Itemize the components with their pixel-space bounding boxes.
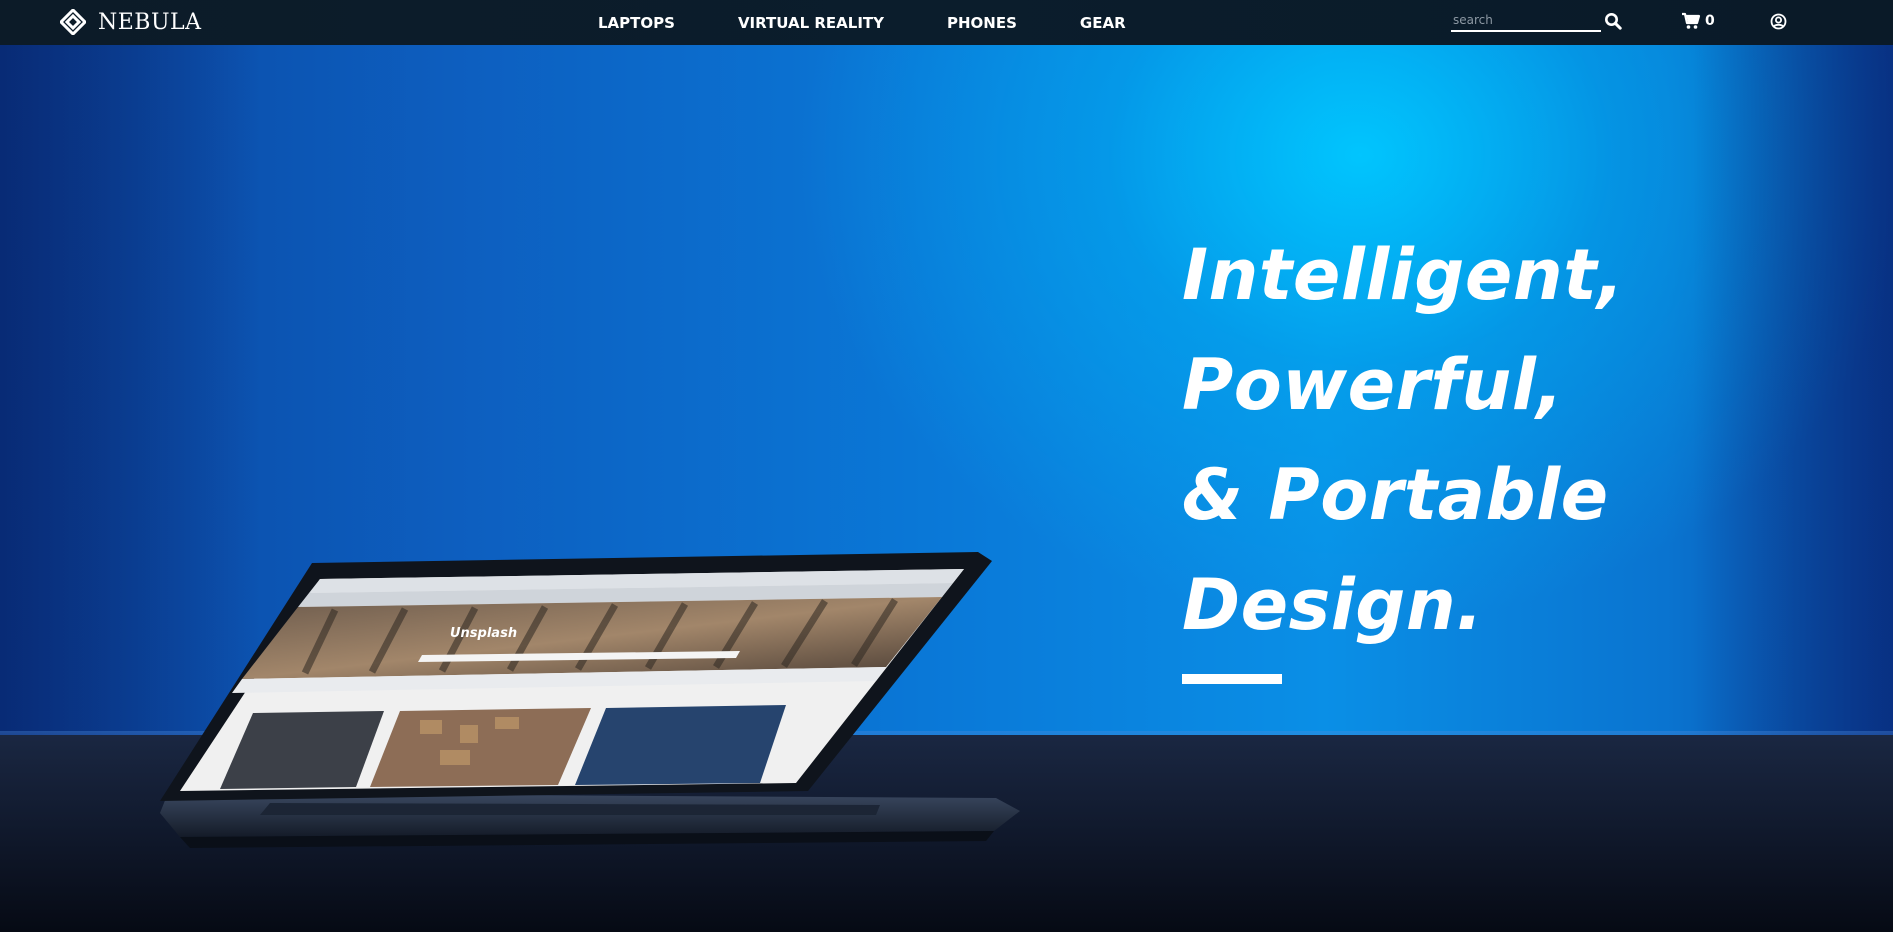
nav-link-phones[interactable]: PHONES [947,14,1017,32]
search-box [1451,8,1601,32]
diamond-logo-icon [60,9,86,35]
shopping-cart-icon [1682,12,1701,29]
nav-link-gear[interactable]: GEAR [1080,14,1126,32]
nav-link-virtual-reality[interactable]: VIRTUAL REALITY [738,14,884,32]
hero-accent-underline [1182,674,1282,684]
account-button[interactable] [1770,10,1788,32]
hero-line-4: Design. [1182,564,1484,646]
cart-button[interactable]: 0 [1681,10,1715,32]
hero-vignette-right [1693,45,1893,745]
search-input[interactable] [1451,8,1601,32]
user-circle-icon [1770,13,1787,29]
search-button[interactable] [1604,10,1624,32]
hero-line-1: Intelligent, [1182,234,1625,316]
hero-banner: Unsplash Intelligent, Powerful, & Portab… [0,45,1893,932]
laptop-screen-title: Unsplash [450,626,517,641]
search-icon [1605,13,1622,30]
top-navbar: NEBULA LAPTOPS VIRTUAL REALITY PHONES GE… [0,0,1893,45]
cart-count-badge: 0 [1705,13,1715,29]
main-nav: LAPTOPS VIRTUAL REALITY PHONES GEAR [598,0,1189,45]
hero-headline: Intelligent, Powerful, & Portable Design… [1182,220,1702,684]
laptop-image: Unsplash [160,552,1020,848]
nav-link-laptops[interactable]: LAPTOPS [598,14,675,32]
brand-home-link[interactable]: NEBULA [60,6,202,38]
page: NEBULA LAPTOPS VIRTUAL REALITY PHONES GE… [0,0,1893,932]
brand-name: NEBULA [98,9,202,35]
hero-line-3: & Portable [1182,454,1609,536]
hero-line-2: Powerful, [1182,344,1564,426]
